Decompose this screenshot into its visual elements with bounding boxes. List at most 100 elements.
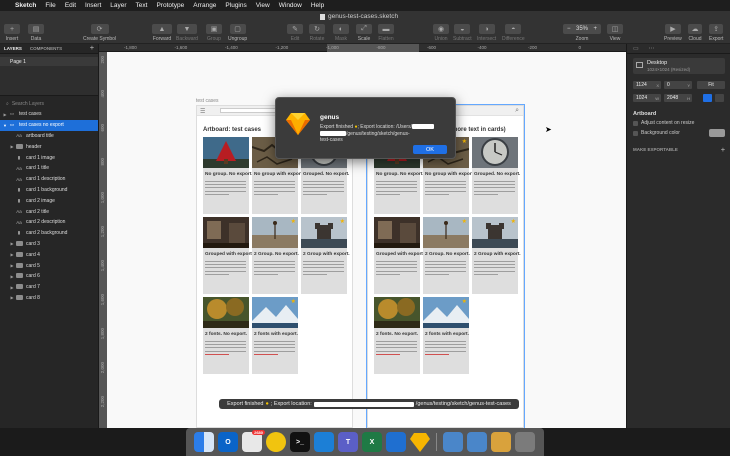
plus-icon[interactable]: + bbox=[721, 147, 725, 154]
group-button[interactable]: ▣ Group bbox=[206, 24, 222, 42]
distribute-icon[interactable]: ⋯ bbox=[649, 45, 655, 52]
layer-row[interactable]: ▶ card 5 bbox=[0, 260, 98, 271]
landscape-icon[interactable] bbox=[715, 94, 724, 102]
make-exportable-row[interactable]: MAKE EXPORTABLE + bbox=[633, 147, 725, 154]
height-field[interactable]: 2048 H bbox=[664, 94, 692, 102]
add-page-icon[interactable]: + bbox=[90, 45, 94, 52]
card[interactable]: Grouped with export. bbox=[203, 217, 253, 294]
dock-excel-icon[interactable]: X bbox=[362, 432, 382, 452]
union-button[interactable]: ◉ Union bbox=[433, 24, 449, 42]
x-field[interactable]: 1124 X bbox=[633, 81, 661, 89]
dock-terminal-icon[interactable]: >_ bbox=[290, 432, 310, 452]
tab-components[interactable]: COMPONENTS bbox=[30, 46, 62, 51]
ungroup-button[interactable]: ▢ Ungroup bbox=[228, 24, 247, 42]
card[interactable]: 2 Group with export. ★ bbox=[301, 217, 350, 294]
tab-layers[interactable]: LAYERS bbox=[4, 46, 22, 51]
layer-row[interactable]: ▶ card 4 bbox=[0, 249, 98, 260]
menu-prototype[interactable]: Prototype bbox=[156, 2, 184, 9]
layer-row[interactable]: Aa artboard title bbox=[0, 131, 98, 142]
subtract-button[interactable]: ◒ Subtract bbox=[453, 24, 472, 42]
layer-row[interactable]: ▮ card 1 background bbox=[0, 185, 98, 196]
background-color-swatch[interactable] bbox=[709, 129, 725, 137]
create-symbol-button[interactable]: ⟳ Create Symbol bbox=[83, 24, 116, 42]
dock-chrome-icon[interactable] bbox=[266, 432, 286, 452]
dialog-location: Export location: /Users/ bbox=[360, 124, 412, 130]
backward-button[interactable]: ▼ Backward bbox=[176, 24, 198, 42]
dock-sketch-icon[interactable] bbox=[410, 433, 430, 452]
dock-downloads-icon[interactable] bbox=[443, 432, 463, 452]
dock-documents-icon[interactable] bbox=[467, 432, 487, 452]
zoom-box[interactable]: − 35% + bbox=[563, 24, 601, 34]
layer-row[interactable]: ▮ card 2 background bbox=[0, 228, 98, 239]
menu-insert[interactable]: Insert bbox=[85, 2, 101, 9]
menu-plugins[interactable]: Plugins bbox=[225, 2, 246, 9]
layer-row[interactable]: Aa card 1 title bbox=[0, 163, 98, 174]
layer-row[interactable]: Aa card 2 title bbox=[0, 206, 98, 217]
difference-button[interactable]: ◓ Difference bbox=[502, 24, 525, 42]
ok-button[interactable]: OK bbox=[413, 145, 447, 154]
menu-text[interactable]: Text bbox=[136, 2, 148, 9]
card[interactable]: 2 fonts with export. ★ bbox=[252, 297, 298, 374]
horizontal-ruler[interactable]: -1,800 -1,600 -1,400 -1,200 -1,000 -800 -600 -4… bbox=[99, 44, 637, 52]
device-select[interactable]: Desktop 1024×1024 (Resized) bbox=[633, 58, 725, 74]
adjust-content-checkbox[interactable]: Adjust content on resize bbox=[633, 120, 694, 126]
background-color-checkbox[interactable]: Background color bbox=[633, 130, 680, 136]
view-button[interactable]: ◫ View bbox=[607, 24, 623, 42]
data-button[interactable]: ▤ Data bbox=[28, 24, 44, 42]
intersect-button[interactable]: ◑ Intersect bbox=[477, 24, 496, 42]
dock-outlook-icon[interactable]: O bbox=[218, 432, 238, 452]
layer-row[interactable]: ▮ card 1 image bbox=[0, 152, 98, 163]
layer-row[interactable]: ▶ card 7 bbox=[0, 282, 98, 293]
layer-search[interactable]: ⌕ Search Layers bbox=[2, 98, 96, 109]
align-icon[interactable]: ▭ bbox=[633, 45, 639, 52]
menu-arrange[interactable]: Arrange bbox=[193, 2, 216, 9]
fit-button[interactable]: Fit bbox=[697, 81, 725, 89]
layer-row[interactable]: ▶ ▭ test cases bbox=[0, 109, 98, 120]
card[interactable]: 2 Group. No export. ★ bbox=[252, 217, 299, 294]
flatten-button[interactable]: ▬ Flatten bbox=[378, 24, 394, 42]
vertical-ruler[interactable]: 200 400 600 800 1,000 1,200 1,400 1,600 1,800 2,0… bbox=[99, 52, 107, 428]
layer-row[interactable]: Aa card 1 description bbox=[0, 174, 98, 185]
menu-help[interactable]: Help bbox=[311, 2, 324, 9]
dock-vscode-icon[interactable] bbox=[314, 432, 334, 452]
card[interactable]: No group. No export. bbox=[203, 137, 253, 214]
forward-button[interactable]: ▲ Forward bbox=[152, 24, 172, 42]
layer-row[interactable]: Aa card 2 description bbox=[0, 217, 98, 228]
export-button[interactable]: ⇪ Export bbox=[709, 24, 723, 42]
layer-row[interactable]: ▮ card 2 image bbox=[0, 195, 98, 206]
cloud-button[interactable]: ☁ Cloud bbox=[688, 24, 702, 42]
zoom-in-icon[interactable]: + bbox=[593, 26, 597, 32]
insert-button[interactable]: + Insert bbox=[4, 24, 20, 42]
menu-app[interactable]: Sketch bbox=[15, 2, 36, 9]
edit-button[interactable]: ✎ Edit bbox=[287, 24, 303, 42]
layer-row[interactable]: ▼ ▭ test cases no export bbox=[0, 119, 98, 131]
zoom-control[interactable]: − 35% + Zoom bbox=[563, 24, 601, 42]
zoom-out-icon[interactable]: − bbox=[567, 26, 571, 32]
menu-layer[interactable]: Layer bbox=[110, 2, 126, 9]
rotate-button[interactable]: ↻ Rotate bbox=[309, 24, 325, 42]
search-input[interactable]: Search Layers bbox=[12, 101, 44, 107]
artboard-label[interactable]: test cases bbox=[196, 98, 219, 104]
scale-button[interactable]: ⤢ Scale bbox=[356, 24, 372, 42]
layer-row[interactable]: ▶ card 6 bbox=[0, 271, 98, 282]
menu-view[interactable]: View bbox=[256, 2, 270, 9]
preview-button[interactable]: ▶ Preview bbox=[664, 24, 682, 42]
menu-window[interactable]: Window bbox=[279, 2, 302, 9]
dock-teams-icon[interactable]: T bbox=[338, 432, 358, 452]
y-field[interactable]: 0Y bbox=[664, 81, 692, 89]
menu-file[interactable]: File bbox=[45, 2, 55, 9]
dock-calendar-icon[interactable]: 2680 bbox=[242, 430, 265, 452]
portrait-icon[interactable] bbox=[703, 94, 712, 102]
card[interactable]: 2 fonts. No export. bbox=[203, 297, 249, 374]
mask-button[interactable]: ◐ Mask bbox=[333, 24, 349, 42]
width-field[interactable]: 1024 W bbox=[633, 94, 661, 102]
menu-edit[interactable]: Edit bbox=[65, 2, 76, 9]
dock-finder-icon[interactable] bbox=[194, 432, 214, 452]
dock-trash-icon[interactable] bbox=[515, 432, 535, 452]
dock-archive-icon[interactable] bbox=[491, 432, 511, 452]
layer-row[interactable]: ▶ card 8 bbox=[0, 293, 98, 304]
layer-row[interactable]: ▶ header bbox=[0, 141, 98, 152]
dock-sourcetree-icon[interactable] bbox=[386, 432, 406, 452]
page-item[interactable]: Page 1 bbox=[0, 57, 98, 66]
layer-row[interactable]: ▶ card 3 bbox=[0, 239, 98, 250]
